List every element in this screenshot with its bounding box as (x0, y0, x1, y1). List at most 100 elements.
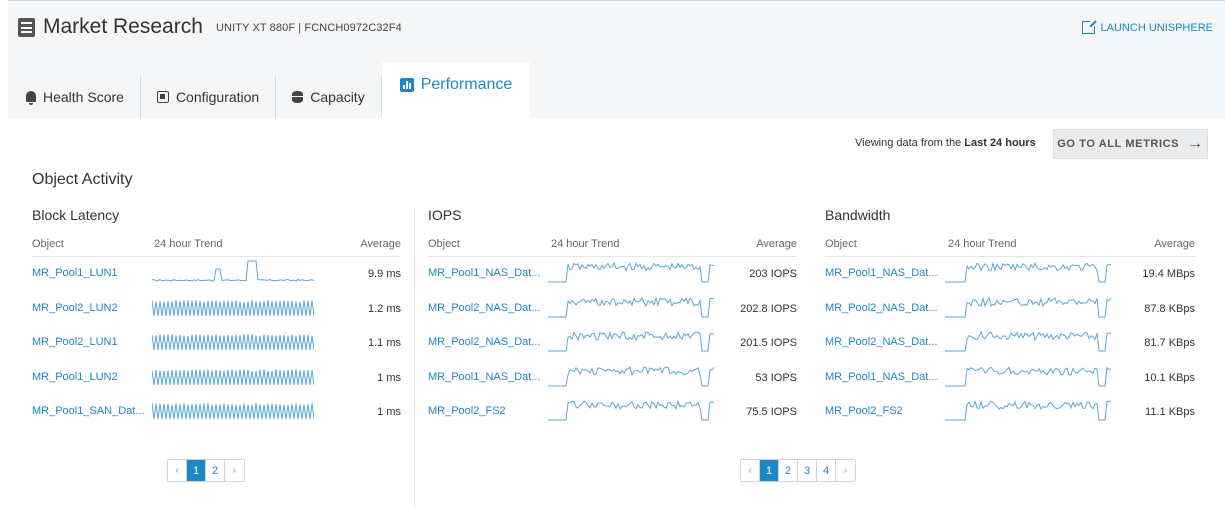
object-link[interactable]: MR_Pool2_LUN1 (32, 336, 118, 348)
object-link[interactable]: MR_Pool2_NAS_Dat... (428, 302, 541, 314)
page-button[interactable]: 1 (187, 460, 206, 481)
page-button[interactable]: 3 (798, 460, 817, 481)
sparkline-path (548, 295, 714, 317)
viewing-range-text: Viewing data from the Last 24 hours (855, 137, 1036, 149)
tab-health-score[interactable]: Health Score (10, 75, 141, 118)
object-link[interactable]: MR_Pool1_SAN_Dat... (32, 405, 145, 417)
bell-icon (26, 91, 36, 105)
sparkline-path (945, 330, 1112, 352)
tab-capacity-label: Capacity (310, 88, 365, 105)
table-row: MR_Pool1_LUN2 1 ms (32, 361, 401, 396)
table-row: MR_Pool2_NAS_Dat... 201.5 IOPS (428, 326, 797, 361)
average-value: 203 IOPS (749, 268, 797, 280)
menu-icon[interactable] (18, 18, 35, 37)
column-trend: 24 hour Trend (154, 238, 223, 250)
sparkline-path (152, 333, 314, 351)
sparkline-path (548, 331, 714, 352)
object-link[interactable]: MR_Pool1_NAS_Dat... (825, 371, 938, 383)
table-row: MR_Pool1_NAS_Dat... 53 IOPS (428, 361, 797, 396)
viewing-range: Last 24 hours (964, 137, 1036, 149)
page-button[interactable]: 2 (206, 460, 225, 481)
sparkline-path (152, 299, 314, 316)
table-row: MR_Pool2_LUN2 1.2 ms (32, 292, 401, 327)
object-link[interactable]: MR_Pool2_FS2 (825, 405, 903, 417)
table-row: MR_Pool1_LUN1 9.9 ms (32, 257, 401, 292)
sparkline-path (152, 368, 314, 385)
go-to-all-metrics-label: GO TO ALL METRICS (1057, 138, 1180, 150)
system-subtitle: UNITY XT 880F | FCNCH0972C32F4 (216, 22, 402, 34)
next-page-button[interactable]: › (225, 460, 244, 481)
tab-capacity[interactable]: Capacity (276, 75, 382, 118)
panel-title: Block Latency (32, 207, 120, 223)
table-row: MR_Pool1_SAN_Dat... 1 ms (32, 395, 401, 430)
table-row: MR_Pool2_LUN1 1.1 ms (32, 326, 401, 361)
go-to-all-metrics-button[interactable]: GO TO ALL METRICS → (1053, 129, 1208, 159)
object-link[interactable]: MR_Pool2_FS2 (428, 405, 506, 417)
object-link[interactable]: MR_Pool2_NAS_Dat... (825, 336, 938, 348)
page-button[interactable]: 1 (760, 460, 779, 481)
table-row: MR_Pool2_NAS_Dat... 87.8 KBps (825, 292, 1195, 327)
page-button[interactable]: 2 (779, 460, 798, 481)
object-link[interactable]: MR_Pool2_LUN2 (32, 302, 118, 314)
tab-bar: Health Score Configuration Capacity Perf… (10, 62, 531, 118)
column-header: Object 24 hour Trend Average (825, 235, 1195, 257)
sparkline-trend (548, 261, 714, 283)
column-header: Object 24 hour Trend Average (428, 235, 797, 257)
page-button[interactable]: 4 (817, 460, 836, 481)
column-average: Average (360, 238, 401, 250)
arrow-right-icon: → (1187, 135, 1204, 152)
average-value: 19.4 MBps (1142, 268, 1195, 280)
average-value: 81.7 KBps (1144, 337, 1195, 349)
sparkline-path (548, 261, 714, 283)
prev-page-button[interactable]: ‹ (741, 460, 760, 481)
object-link[interactable]: MR_Pool1_NAS_Dat... (825, 267, 938, 279)
sparkline-trend (152, 333, 314, 351)
sparkline-trend (152, 402, 314, 420)
column-header: Object 24 hour Trend Average (32, 235, 401, 257)
sparkline-trend (548, 331, 714, 352)
average-value: 201.5 IOPS (740, 337, 797, 349)
average-value: 87.8 KBps (1144, 302, 1195, 315)
sparkline-trend (945, 295, 1112, 317)
tab-performance[interactable]: Performance (381, 62, 531, 118)
column-trend: 24 hour Trend (948, 238, 1017, 250)
column-trend: 24 hour Trend (551, 238, 620, 250)
iops-pager: ‹ 1 2 3 4 › (740, 459, 856, 482)
tab-configuration[interactable]: Configuration (140, 75, 277, 118)
average-value: 53 IOPS (755, 371, 797, 384)
sparkline-trend (152, 368, 314, 385)
capacity-icon (292, 90, 304, 103)
column-average: Average (756, 238, 797, 250)
config-icon (156, 90, 169, 103)
prev-page-button[interactable]: ‹ (168, 460, 187, 481)
launch-unisphere-link[interactable]: LAUNCH UNISPHERE (1081, 19, 1213, 34)
table-row: MR_Pool2_FS2 11.1 KBps (825, 395, 1195, 430)
block-latency-pager: ‹ 1 2 › (167, 459, 245, 482)
object-link[interactable]: MR_Pool2_NAS_Dat... (825, 302, 938, 314)
block-latency-panel: Block Latency Object 24 hour Trend Avera… (32, 207, 401, 497)
column-object: Object (428, 238, 460, 250)
sparkline-path (945, 261, 1112, 283)
table-row: MR_Pool1_NAS_Dat... 19.4 MBps (825, 257, 1195, 292)
object-link[interactable]: MR_Pool1_NAS_Dat... (428, 267, 541, 279)
object-link[interactable]: MR_Pool2_NAS_Dat... (428, 336, 541, 348)
average-value: 1.1 ms (367, 337, 401, 349)
sparkline-trend (548, 295, 714, 317)
sparkline-trend (945, 365, 1112, 386)
sparkline-trend (945, 399, 1112, 421)
object-link[interactable]: MR_Pool1_NAS_Dat... (428, 371, 541, 383)
next-page-button[interactable]: › (836, 460, 855, 481)
tab-configuration-label: Configuration (175, 88, 260, 105)
viewing-prefix: Viewing data from the (855, 137, 962, 149)
column-average: Average (1154, 238, 1195, 250)
average-value: 202.8 IOPS (740, 302, 797, 315)
table-row: MR_Pool1_NAS_Dat... 203 IOPS (428, 257, 797, 292)
object-link[interactable]: MR_Pool1_LUN2 (32, 371, 118, 383)
average-value: 75.5 IOPS (746, 406, 797, 418)
sparkline-path (945, 399, 1112, 421)
object-link[interactable]: MR_Pool1_LUN1 (32, 267, 118, 279)
sparkline-path (152, 260, 314, 282)
section-title: Object Activity (32, 171, 133, 188)
column-object: Object (825, 238, 857, 250)
sparkline-trend (945, 330, 1112, 352)
